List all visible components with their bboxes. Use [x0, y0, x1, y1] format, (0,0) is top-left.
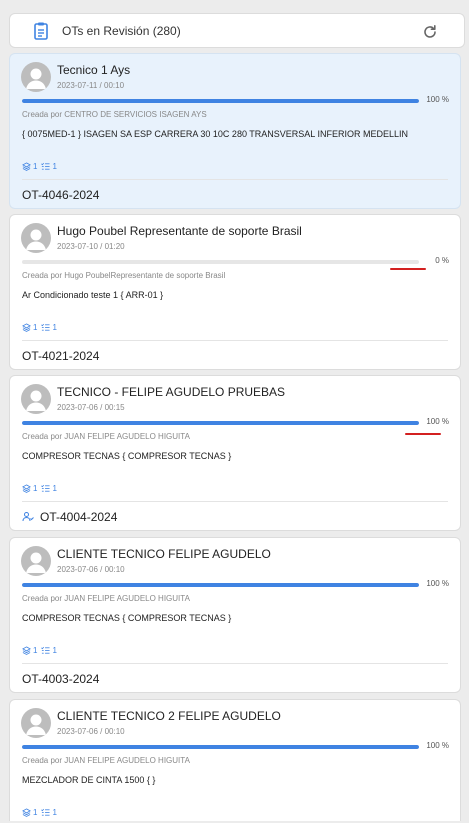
order-number-text: OT-4004-2024 — [40, 510, 118, 524]
order-meta: 1 1 — [22, 646, 61, 655]
checklist-icon — [41, 808, 51, 816]
checklist-icon — [41, 484, 51, 492]
order-description: COMPRESOR TECNAS { COMPRESOR TECNAS } — [22, 613, 232, 623]
divider — [22, 340, 448, 341]
order-description: { 0075MED-1 } ISAGEN SA ESP CARRERA 30 1… — [22, 129, 408, 139]
checklist-icon — [41, 646, 51, 654]
layers-icon — [22, 323, 31, 332]
order-meta: 1 1 — [22, 162, 61, 171]
order-number[interactable]: OT-4004-2024 — [22, 510, 117, 524]
layers-icon — [22, 484, 31, 493]
checklist-count: 1 — [52, 484, 57, 493]
assignee-name: CLIENTE TECNICO FELIPE AGUDELO — [57, 547, 271, 561]
progress-percent: 100 % — [426, 417, 449, 426]
layers-icon — [22, 646, 31, 655]
divider — [22, 179, 448, 180]
work-order-card[interactable]: CLIENTE TECNICO 2 FELIPE AGUDELO 2023-07… — [9, 699, 461, 821]
annotation-underline — [390, 268, 426, 270]
assignee-name: Hugo Poubel Representante de soporte Bra… — [57, 224, 302, 238]
document-list-icon — [34, 22, 48, 40]
divider — [22, 501, 448, 502]
progress-bar — [22, 583, 419, 587]
order-date: 2023-07-06 / 00:10 — [57, 565, 125, 574]
divider — [22, 663, 448, 664]
progress-bar — [22, 99, 419, 103]
created-by: Creada por Hugo PoubelRepresentante de s… — [22, 271, 226, 280]
work-order-card[interactable]: Hugo Poubel Representante de soporte Bra… — [9, 214, 461, 370]
order-date: 2023-07-11 / 00:10 — [57, 81, 125, 90]
order-date: 2023-07-06 / 00:15 — [57, 403, 125, 412]
order-number-text: OT-4021-2024 — [22, 349, 100, 363]
order-date: 2023-07-10 / 01:20 — [57, 242, 125, 251]
checklist-count: 1 — [52, 808, 57, 817]
created-by: Creada por CENTRO DE SERVICIOS ISAGEN AY… — [22, 110, 207, 119]
created-by: Creada por JUAN FELIPE AGUDELO HIGUITA — [22, 756, 190, 765]
progress-bar — [22, 745, 419, 749]
user-group-icon — [22, 512, 34, 522]
user-avatar-icon — [21, 708, 51, 738]
order-description: COMPRESOR TECNAS { COMPRESOR TECNAS } — [22, 451, 232, 461]
user-avatar-icon — [21, 223, 51, 253]
user-avatar-icon — [21, 546, 51, 576]
order-date: 2023-07-06 / 00:10 — [57, 727, 125, 736]
user-avatar-icon — [21, 62, 51, 92]
user-avatar-icon — [21, 384, 51, 414]
layers-count: 1 — [33, 162, 38, 171]
progress-percent: 100 % — [426, 741, 449, 750]
order-number[interactable]: OT-4046-2024 — [22, 188, 99, 202]
work-order-card[interactable]: CLIENTE TECNICO FELIPE AGUDELO 2023-07-0… — [9, 537, 461, 693]
layers-count: 1 — [33, 484, 38, 493]
order-meta: 1 1 — [22, 323, 61, 332]
checklist-count: 1 — [52, 323, 57, 332]
work-order-card[interactable]: Tecnico 1 Ays 2023-07-11 / 00:10 100 % C… — [9, 53, 461, 209]
progress-percent: 100 % — [426, 95, 449, 104]
progress-percent: 0 % — [435, 256, 449, 265]
order-meta: 1 1 — [22, 484, 61, 493]
layers-count: 1 — [33, 646, 38, 655]
order-number[interactable]: OT-4003-2024 — [22, 672, 99, 686]
layers-count: 1 — [33, 323, 38, 332]
layers-icon — [22, 162, 31, 171]
assignee-name: TECNICO - FELIPE AGUDELO PRUEBAS — [57, 385, 286, 399]
work-order-card[interactable]: TECNICO - FELIPE AGUDELO PRUEBAS 2023-07… — [9, 375, 461, 531]
order-number-text: OT-4046-2024 — [22, 188, 100, 202]
progress-bar — [22, 421, 419, 425]
order-description: Ar Condicionado teste 1 { ARR-01 } — [22, 290, 164, 300]
list-header: OTs en Revisión (280) — [9, 13, 465, 48]
created-by: Creada por JUAN FELIPE AGUDELO HIGUITA — [22, 432, 190, 441]
order-number[interactable]: OT-4021-2024 — [22, 349, 99, 363]
order-meta: 1 1 — [22, 808, 61, 817]
progress-bar — [22, 260, 419, 264]
layers-icon — [22, 808, 31, 817]
assignee-name: CLIENTE TECNICO 2 FELIPE AGUDELO — [57, 709, 281, 723]
assignee-name: Tecnico 1 Ays — [57, 63, 131, 77]
created-by: Creada por JUAN FELIPE AGUDELO HIGUITA — [22, 594, 190, 603]
checklist-icon — [41, 162, 51, 170]
order-number-text: OT-4003-2024 — [22, 672, 100, 686]
layers-count: 1 — [33, 808, 38, 817]
progress-percent: 100 % — [426, 579, 449, 588]
checklist-icon — [41, 323, 51, 331]
page-title: OTs en Revisión (280) — [62, 24, 181, 38]
annotation-underline — [405, 433, 441, 435]
refresh-icon[interactable] — [421, 23, 439, 41]
checklist-count: 1 — [52, 162, 57, 171]
checklist-count: 1 — [52, 646, 57, 655]
order-description: MEZCLADOR DE CINTA 1500 { } — [22, 775, 156, 785]
